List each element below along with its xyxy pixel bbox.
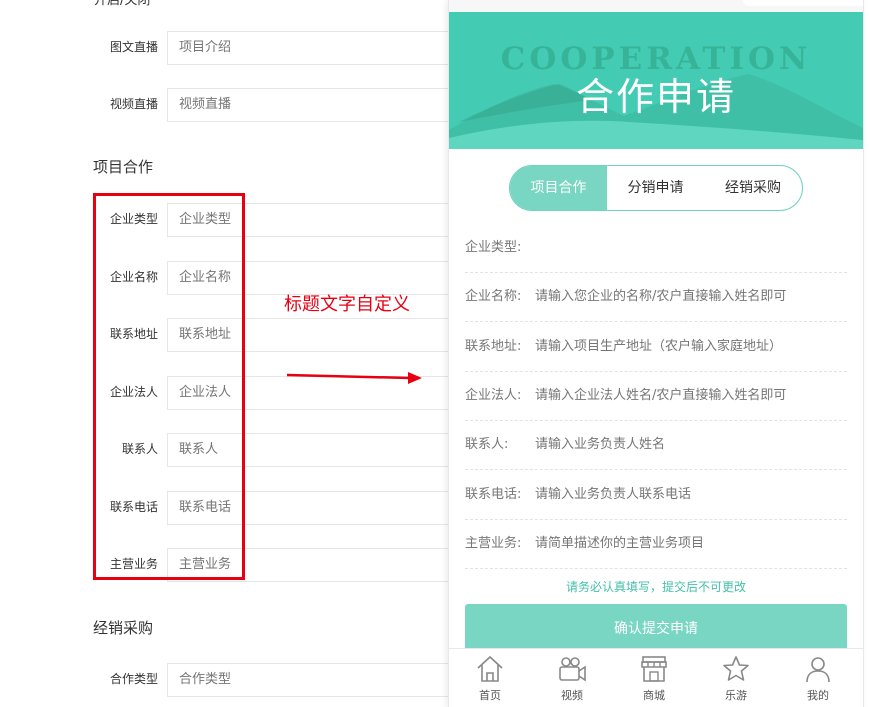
arrow-right-icon <box>286 372 422 384</box>
tab-distribution-apply[interactable]: 分销申请 <box>607 166 704 210</box>
video-camera-icon <box>559 657 586 682</box>
address-input[interactable] <box>535 322 847 371</box>
field-label: 主营业务: <box>465 536 522 551</box>
field-label: 联系电话: <box>465 487 522 502</box>
tabbar-item-store[interactable]: 商城 <box>613 649 695 707</box>
field-label: 企业法人: <box>465 388 522 403</box>
submit-application-button[interactable]: 确认提交申请 <box>465 604 847 654</box>
form-row-graphic-live: 图文直播 <box>0 31 481 65</box>
preview-top-strip <box>449 0 863 12</box>
tabbar-item-tour[interactable]: 乐游 <box>695 649 777 707</box>
highlight-box <box>93 193 245 580</box>
submit-notice: 请务必认真填写，提交后不可更改 <box>565 580 746 594</box>
tab-project-cooperation[interactable]: 项目合作 <box>510 166 607 210</box>
field-address: 联系地址: <box>465 322 847 372</box>
field-legal-person: 企业法人: <box>465 371 847 421</box>
section-title-purchase: 经销采购 <box>93 619 154 637</box>
field-label: 联系地址: <box>465 339 522 354</box>
contact-input[interactable] <box>535 420 847 469</box>
cooperation-type-title-input[interactable] <box>167 663 481 697</box>
tabbar-label: 首页 <box>479 689 501 702</box>
bottom-tab-bar: 首页 视频 商城 乐游 我的 <box>449 648 863 707</box>
tabbar-label: 视频 <box>561 689 583 702</box>
admin-form-panel: 开启/关闭 图文直播 视频直播 项目合作 企业类型 企业名称 联系地址 企业法人… <box>0 0 481 707</box>
field-main-business: 主营业务: <box>465 519 847 569</box>
main-business-input[interactable] <box>535 519 847 568</box>
field-label: 视频直播 <box>109 97 158 111</box>
user-icon <box>806 657 830 683</box>
field-label: 合作类型 <box>109 672 158 686</box>
field-label: 企业类型: <box>465 240 522 255</box>
tab-switcher: 项目合作 分销申请 经销采购 <box>509 165 803 211</box>
cooperation-banner: COOPERATION 合作申请 <box>449 12 863 149</box>
field-company-type: 企业类型: <box>465 223 847 273</box>
form-row-video-live: 视频直播 <box>0 88 481 122</box>
home-icon <box>477 655 503 682</box>
field-label: 联系人: <box>465 437 509 452</box>
field-company-name: 企业名称: <box>465 272 847 322</box>
field-label: 企业名称: <box>465 289 522 304</box>
star-icon <box>723 656 749 681</box>
phone-input[interactable] <box>535 470 847 519</box>
field-contact: 联系人: <box>465 420 847 470</box>
tabbar-item-video[interactable]: 视频 <box>531 649 613 707</box>
tabbar-item-mine[interactable]: 我的 <box>777 649 859 707</box>
company-name-input[interactable] <box>535 272 847 321</box>
field-label: 图文直播 <box>109 40 158 54</box>
video-live-input[interactable] <box>167 88 481 122</box>
tabbar-item-home[interactable]: 首页 <box>449 649 531 707</box>
tab-dealer-purchase[interactable]: 经销采购 <box>704 166 802 210</box>
legal-person-input[interactable] <box>535 371 847 420</box>
preview-tab-edge <box>743 0 863 6</box>
banner-title: 合作申请 <box>575 75 736 119</box>
form-row-cooperation-type: 合作类型 <box>0 663 481 697</box>
store-icon <box>641 656 667 682</box>
cut-off-label: 开启/关闭 <box>94 0 151 8</box>
field-phone: 联系电话: <box>465 470 847 520</box>
section-title-cooperation: 项目合作 <box>93 158 154 176</box>
graphic-live-input[interactable] <box>167 31 481 65</box>
company-type-select[interactable] <box>535 223 847 272</box>
mobile-preview: COOPERATION 合作申请 项目合作 分销申请 经销采购 企业类型: 企业… <box>448 0 864 707</box>
tabbar-label: 乐游 <box>725 689 747 702</box>
annotation-text: 标题文字自定义 <box>284 294 410 315</box>
tabbar-label: 我的 <box>807 689 829 702</box>
tabbar-label: 商城 <box>643 689 665 702</box>
